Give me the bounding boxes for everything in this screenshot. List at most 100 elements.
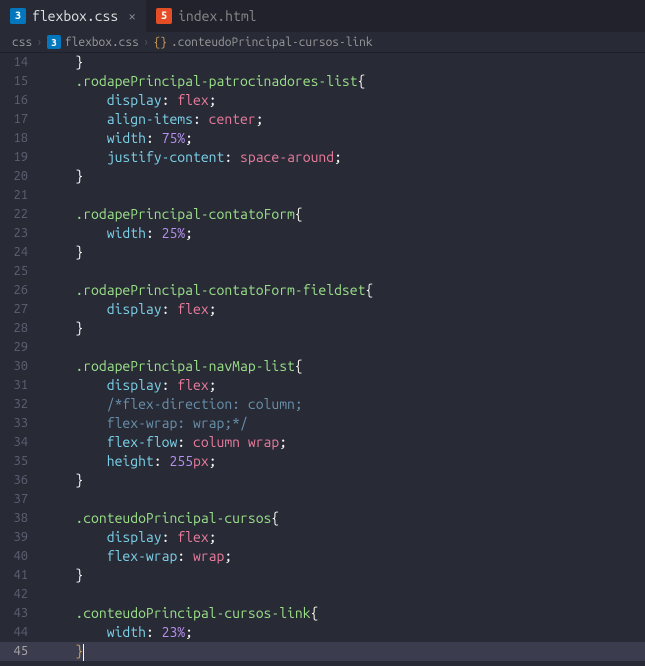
line-number: 26 <box>0 281 44 300</box>
tab-bar: 3 flexbox.css × 5index.html <box>0 0 645 32</box>
chevron-right-icon: › <box>36 36 43 49</box>
code-line[interactable]: 32 /*flex-direction: column; <box>0 395 645 414</box>
code-content: width: 25%; <box>44 224 193 243</box>
line-number: 28 <box>0 319 44 338</box>
code-content: /*flex-direction: column; <box>44 395 303 414</box>
code-content: display: flex; <box>44 528 217 547</box>
line-number: 24 <box>0 243 44 262</box>
line-number: 33 <box>0 414 44 433</box>
line-number: 17 <box>0 110 44 129</box>
code-content: flex-wrap: wrap; <box>44 547 232 566</box>
line-number: 20 <box>0 167 44 186</box>
code-line[interactable]: 39 display: flex; <box>0 528 645 547</box>
line-number: 21 <box>0 186 44 205</box>
line-number: 36 <box>0 471 44 490</box>
code-line[interactable]: 27 display: flex; <box>0 300 645 319</box>
tab-flexbox-css[interactable]: 3 flexbox.css × <box>0 0 146 32</box>
code-content: flex-flow: column wrap; <box>44 433 287 452</box>
line-number: 19 <box>0 148 44 167</box>
code-content: } <box>44 243 83 262</box>
line-number: 29 <box>0 338 44 357</box>
line-number: 37 <box>0 490 44 509</box>
line-number: 40 <box>0 547 44 566</box>
line-number: 38 <box>0 509 44 528</box>
code-line[interactable]: 38 .conteudoPrincipal-cursos{ <box>0 509 645 528</box>
line-number: 14 <box>0 53 44 72</box>
line-number: 42 <box>0 585 44 604</box>
line-number: 35 <box>0 452 44 471</box>
code-content: flex-wrap: wrap;*/ <box>44 414 248 433</box>
code-line[interactable]: 23 width: 25%; <box>0 224 645 243</box>
code-line[interactable]: 31 display: flex; <box>0 376 645 395</box>
code-line[interactable]: 24 } <box>0 243 645 262</box>
code-editor[interactable]: 14 }15 .rodapePrincipal-patrocinadores-l… <box>0 53 645 661</box>
breadcrumb: css › 3flexbox.css › {} .conteudoPrincipal-cu… <box>0 32 645 53</box>
code-content: display: flex; <box>44 300 217 319</box>
line-number: 16 <box>0 91 44 110</box>
breadcrumb-item[interactable]: css <box>12 36 32 49</box>
code-content: } <box>44 566 83 585</box>
code-line[interactable]: 42 <box>0 585 645 604</box>
code-content: } <box>44 319 83 338</box>
code-content: align-items: center; <box>44 110 264 129</box>
tab-index-html[interactable]: 5index.html <box>146 0 266 32</box>
code-line[interactable]: 25 <box>0 262 645 281</box>
code-content: } <box>44 167 83 186</box>
line-number: 25 <box>0 262 44 281</box>
code-line[interactable]: 44 width: 23%; <box>0 623 645 642</box>
line-number: 31 <box>0 376 44 395</box>
line-number: 27 <box>0 300 44 319</box>
line-number: 45 <box>0 642 44 661</box>
code-line[interactable]: 19 justify-content: space-around; <box>0 148 645 167</box>
code-content: } <box>44 471 83 490</box>
code-line[interactable]: 43 .conteudoPrincipal-cursos-link{ <box>0 604 645 623</box>
code-line[interactable]: 16 display: flex; <box>0 91 645 110</box>
code-line[interactable]: 14 } <box>0 53 645 72</box>
code-line[interactable]: 45 } <box>0 642 645 661</box>
breadcrumb-label: .conteudoPrincipal-cursos-link <box>171 36 373 49</box>
line-number: 44 <box>0 623 44 642</box>
css-file-icon: 3 <box>10 8 26 24</box>
code-line[interactable]: 40 flex-wrap: wrap; <box>0 547 645 566</box>
code-line[interactable]: 33 flex-wrap: wrap;*/ <box>0 414 645 433</box>
line-number: 18 <box>0 129 44 148</box>
breadcrumb-label: flexbox.css <box>65 36 139 49</box>
code-content: .rodapePrincipal-navMap-list{ <box>44 357 303 376</box>
code-line[interactable]: 21 <box>0 186 645 205</box>
code-line[interactable]: 22 .rodapePrincipal-contatoForm{ <box>0 205 645 224</box>
code-line[interactable]: 20 } <box>0 167 645 186</box>
chevron-right-icon: › <box>143 36 150 49</box>
code-content: .conteudoPrincipal-cursos-link{ <box>44 604 318 623</box>
code-line[interactable]: 30 .rodapePrincipal-navMap-list{ <box>0 357 645 376</box>
code-line[interactable]: 35 height: 255px; <box>0 452 645 471</box>
code-line[interactable]: 28 } <box>0 319 645 338</box>
tab-label: index.html <box>178 8 256 24</box>
line-number: 43 <box>0 604 44 623</box>
code-line[interactable]: 15 .rodapePrincipal-patrocinadores-list{ <box>0 72 645 91</box>
line-number: 41 <box>0 566 44 585</box>
code-line[interactable]: 17 align-items: center; <box>0 110 645 129</box>
code-content: } <box>44 642 83 661</box>
close-icon[interactable]: × <box>128 8 136 24</box>
code-line[interactable]: 37 <box>0 490 645 509</box>
breadcrumb-label: css <box>12 36 32 49</box>
line-number: 32 <box>0 395 44 414</box>
code-content: .conteudoPrincipal-cursos{ <box>44 509 279 528</box>
line-number: 23 <box>0 224 44 243</box>
line-number: 22 <box>0 205 44 224</box>
line-number: 15 <box>0 72 44 91</box>
code-line[interactable]: 36 } <box>0 471 645 490</box>
code-line[interactable]: 34 flex-flow: column wrap; <box>0 433 645 452</box>
line-number: 39 <box>0 528 44 547</box>
code-content: height: 255px; <box>44 452 217 471</box>
breadcrumb-item[interactable]: {} .conteudoPrincipal-cursos-link <box>154 36 373 49</box>
symbol-icon: {} <box>154 36 167 49</box>
code-line[interactable]: 18 width: 75%; <box>0 129 645 148</box>
code-content: .rodapePrincipal-contatoForm-fieldset{ <box>44 281 373 300</box>
code-line[interactable]: 41 } <box>0 566 645 585</box>
code-line[interactable]: 29 <box>0 338 645 357</box>
code-line[interactable]: 26 .rodapePrincipal-contatoForm-fieldset… <box>0 281 645 300</box>
breadcrumb-item[interactable]: 3flexbox.css <box>47 35 139 49</box>
tab-label: flexbox.css <box>32 8 118 24</box>
code-content: display: flex; <box>44 91 217 110</box>
